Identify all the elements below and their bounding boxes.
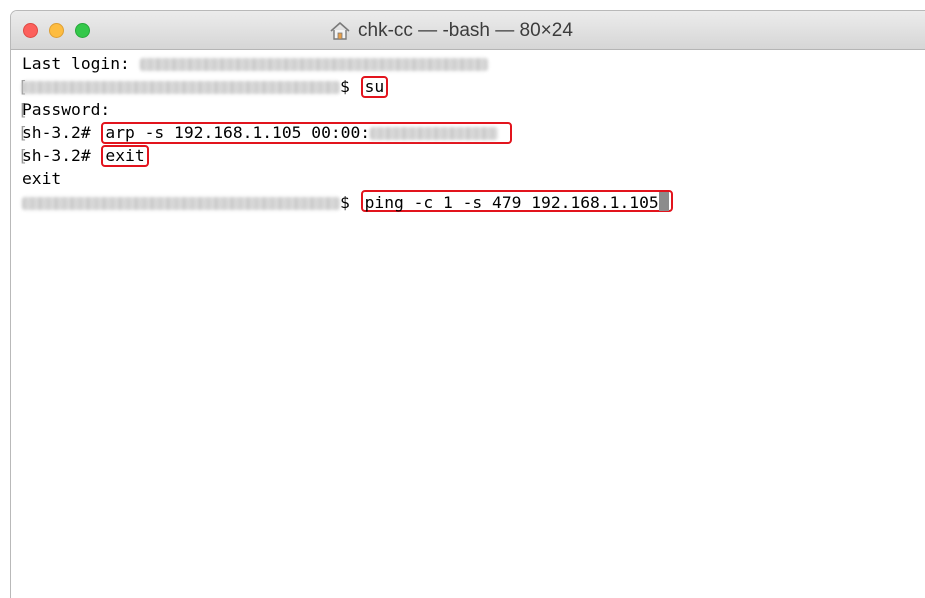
redacted-mac-address xyxy=(370,127,499,140)
terminal-line-password: [Password: xyxy=(18,98,673,121)
last-login-label: Last login: xyxy=(22,54,140,73)
terminal-line-ping: $ ping -c 1 -s 479 192.168.1.105 xyxy=(18,190,673,213)
exit-output: exit xyxy=(22,169,62,188)
window-title: chk-cc — -bash — 80×24 xyxy=(358,20,573,41)
terminal-line-exit-output: exit xyxy=(18,167,673,190)
redacted-hostname xyxy=(22,197,340,210)
minimize-button[interactable] xyxy=(49,23,64,38)
terminal-output[interactable]: Last login: [$ su [Password: [sh-3.2# ar… xyxy=(18,52,673,213)
terminal-line-arp: [sh-3.2# arp -s 192.168.1.105 00:00: xyxy=(18,121,673,144)
home-icon xyxy=(330,22,350,40)
terminal-window: chk-cc — -bash — 80×24 Last login: [$ su… xyxy=(10,10,925,598)
terminal-line-last-login: Last login: xyxy=(18,52,673,75)
command-exit: exit xyxy=(101,145,149,167)
terminal-line-exit: [sh-3.2# exit xyxy=(18,144,673,167)
redacted-login-info xyxy=(139,58,488,71)
close-button[interactable] xyxy=(23,23,38,38)
title-bar[interactable]: chk-cc — -bash — 80×24 xyxy=(11,11,925,50)
window-title-group: chk-cc — -bash — 80×24 xyxy=(329,19,573,43)
root-prompt: sh-3.2# xyxy=(22,123,101,142)
terminal-line-su: [$ su xyxy=(18,75,673,98)
prompt-symbol: $ xyxy=(340,193,360,212)
command-arp: arp -s 192.168.1.105 00:00: xyxy=(105,123,371,142)
redacted-hostname xyxy=(22,81,340,94)
root-prompt: sh-3.2# xyxy=(22,146,101,165)
text-cursor xyxy=(658,192,669,211)
prompt-symbol: $ xyxy=(340,77,360,96)
command-ping: ping -c 1 -s 479 192.168.1.105 xyxy=(364,193,659,212)
command-ping-box: ping -c 1 -s 479 192.168.1.105 xyxy=(360,190,673,212)
password-label: Password: xyxy=(22,100,111,119)
zoom-button[interactable] xyxy=(75,23,90,38)
command-arp-box: arp -s 192.168.1.105 00:00: xyxy=(101,122,512,144)
command-su: su xyxy=(360,76,389,98)
